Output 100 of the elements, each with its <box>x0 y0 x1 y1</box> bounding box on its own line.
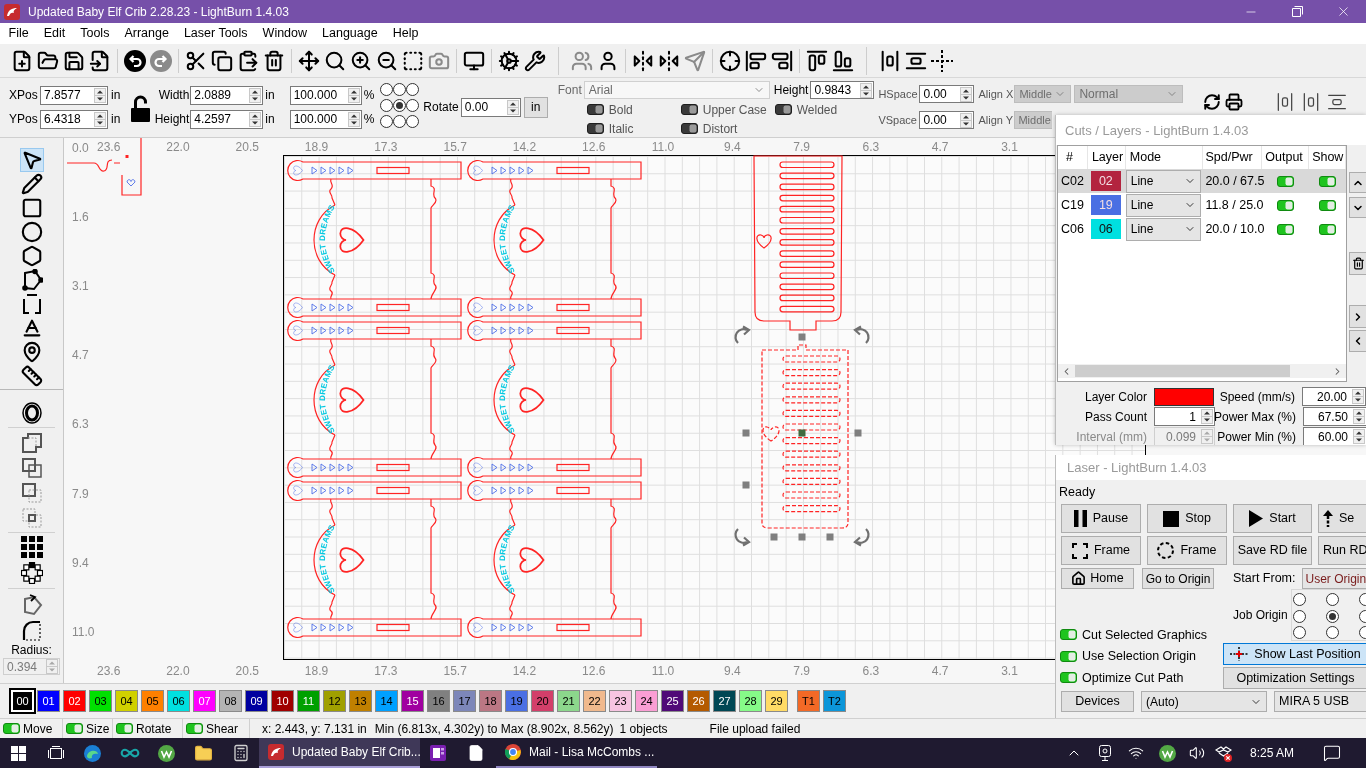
color-swatch[interactable]: 13 <box>349 690 372 712</box>
taskbar-app-button[interactable]: Mail - Lisa McCombs ... <box>496 738 657 768</box>
toggle-switch[interactable] <box>586 123 604 134</box>
square-ring-icon[interactable] <box>20 562 43 584</box>
color-swatch[interactable]: 08 <box>219 690 242 712</box>
overlap-squares-icon[interactable] <box>20 481 43 504</box>
go-to-origin-button[interactable]: Go to Origin <box>1142 568 1214 589</box>
selection-handle-icon[interactable] <box>770 533 778 541</box>
save-icon[interactable] <box>63 49 85 72</box>
home-button[interactable]: Home <box>1061 568 1134 589</box>
toggle-switch[interactable] <box>3 723 20 734</box>
font-dropdown[interactable]: Arial <box>583 81 770 99</box>
task-view-icon[interactable] <box>47 745 64 761</box>
side-button[interactable] <box>1349 330 1366 352</box>
spin-arrows-icon[interactable] <box>860 82 873 98</box>
scrollbar-thumb[interactable] <box>1075 365 1290 377</box>
menu-item[interactable]: Tools <box>72 27 117 40</box>
align-left-icon[interactable] <box>745 49 767 72</box>
side-button[interactable] <box>1349 252 1366 275</box>
laser-button[interactable]: Start <box>1233 504 1312 533</box>
height-field[interactable]: 4.2597 <box>190 109 264 129</box>
color-swatch[interactable]: 06 <box>167 690 190 712</box>
align-middle-icon[interactable] <box>1327 92 1348 112</box>
laser-button[interactable]: Pause <box>1061 504 1141 533</box>
mode-dropdown[interactable]: Line <box>1125 193 1201 217</box>
magnifier-icon[interactable] <box>324 49 346 72</box>
toggle-switch[interactable] <box>1277 199 1295 211</box>
unit-toggle-button[interactable]: in <box>523 96 548 118</box>
rotate-handle-icon[interactable] <box>734 325 751 344</box>
rotate-arrows-icon[interactable] <box>1203 93 1222 111</box>
spin-arrows-icon[interactable] <box>347 111 360 127</box>
align-top-icon[interactable] <box>806 49 828 72</box>
monitor-icon[interactable] <box>463 49 485 72</box>
distribute-horizontal-icon[interactable] <box>879 49 901 72</box>
color-swatch[interactable]: 24 <box>635 690 658 712</box>
layer-row[interactable]: C02 02 Line 20.0 / 67.5 <box>1058 169 1346 193</box>
rotate-handle-icon[interactable] <box>853 528 870 547</box>
spin-arrows-icon[interactable] <box>1353 409 1365 424</box>
color-swatch[interactable]: 18 <box>479 690 502 712</box>
spin-arrows-icon[interactable] <box>94 87 106 103</box>
rounded-corner-icon[interactable] <box>20 618 43 641</box>
laser-button[interactable]: Frame <box>1061 536 1141 565</box>
pencil-icon[interactable] <box>20 173 43 195</box>
color-swatch[interactable]: 29 <box>765 690 788 712</box>
dashed-cross-icon[interactable] <box>931 49 953 72</box>
origin-radio[interactable] <box>1292 593 1306 606</box>
toggle-switch[interactable] <box>586 104 604 115</box>
laser-button[interactable]: Stop <box>1147 504 1227 533</box>
paste-icon[interactable] <box>237 49 259 72</box>
origin-radio[interactable] <box>1325 593 1339 606</box>
node-polygon-icon[interactable] <box>20 269 43 291</box>
anchor-radio[interactable] <box>406 99 420 112</box>
anchor-radio[interactable] <box>380 83 394 96</box>
toggle-switch[interactable] <box>680 104 698 115</box>
spin-arrows-icon[interactable] <box>249 111 262 127</box>
color-swatch[interactable]: 26 <box>687 690 710 712</box>
rotate-handle-icon[interactable] <box>853 325 870 344</box>
side-button[interactable] <box>1349 197 1366 218</box>
rotate-field[interactable]: 0.00 <box>460 97 521 117</box>
notification-icon[interactable] <box>1323 744 1341 762</box>
side-button[interactable] <box>1349 305 1366 328</box>
anchor-radio[interactable] <box>393 115 407 128</box>
undo-icon[interactable] <box>124 49 146 72</box>
color-swatch[interactable]: 04 <box>115 690 138 712</box>
color-swatch[interactable]: 22 <box>583 690 606 712</box>
wifi-icon[interactable] <box>1128 745 1144 761</box>
rotate-handle-icon[interactable] <box>734 528 751 547</box>
spin-arrows-icon[interactable] <box>960 86 973 102</box>
align-right-icon[interactable] <box>771 49 793 72</box>
selection-handle-icon[interactable] <box>826 533 834 541</box>
toggle-switch[interactable] <box>1319 175 1337 187</box>
device-icon[interactable] <box>1099 745 1111 761</box>
anchor-radio[interactable] <box>380 99 394 112</box>
color-swatch[interactable]: 27 <box>713 690 736 712</box>
color-swatch[interactable]: 23 <box>609 690 632 712</box>
spin-arrows-icon[interactable] <box>506 99 519 115</box>
zoom-in-icon[interactable] <box>350 49 372 72</box>
power-min-field[interactable]: 60.00 <box>1303 427 1366 445</box>
start-from-dropdown[interactable]: User Origin <box>1301 568 1366 589</box>
center-handle-icon[interactable] <box>798 429 806 437</box>
offset-rings-icon[interactable] <box>20 401 43 424</box>
square-grid-icon[interactable] <box>20 536 43 558</box>
color-swatch[interactable]: T2 <box>823 690 846 712</box>
selection-handle-icon[interactable] <box>798 333 806 341</box>
mode-dropdown[interactable]: Line <box>1125 169 1201 193</box>
spin-arrows-icon[interactable] <box>94 111 106 127</box>
color-swatch[interactable]: 05 <box>141 690 164 712</box>
color-swatch[interactable]: 01 <box>37 690 60 712</box>
toggle-switch[interactable] <box>1060 629 1077 641</box>
overlap-squares-icon[interactable] <box>20 456 43 479</box>
selection-handle-icon[interactable] <box>742 481 750 489</box>
anchor-radio[interactable] <box>380 115 394 128</box>
menu-item[interactable]: Arrange <box>116 27 177 40</box>
color-swatch[interactable]: 09 <box>245 690 268 712</box>
restore-icon[interactable] <box>1291 6 1303 17</box>
toggle-switch[interactable] <box>1060 672 1077 684</box>
swoosh-logo-icon[interactable] <box>4 3 20 20</box>
spin-arrows-icon[interactable] <box>1353 429 1365 444</box>
color-swatch[interactable]: 25 <box>661 690 684 712</box>
vspace-field[interactable]: 0.00 <box>919 111 975 129</box>
